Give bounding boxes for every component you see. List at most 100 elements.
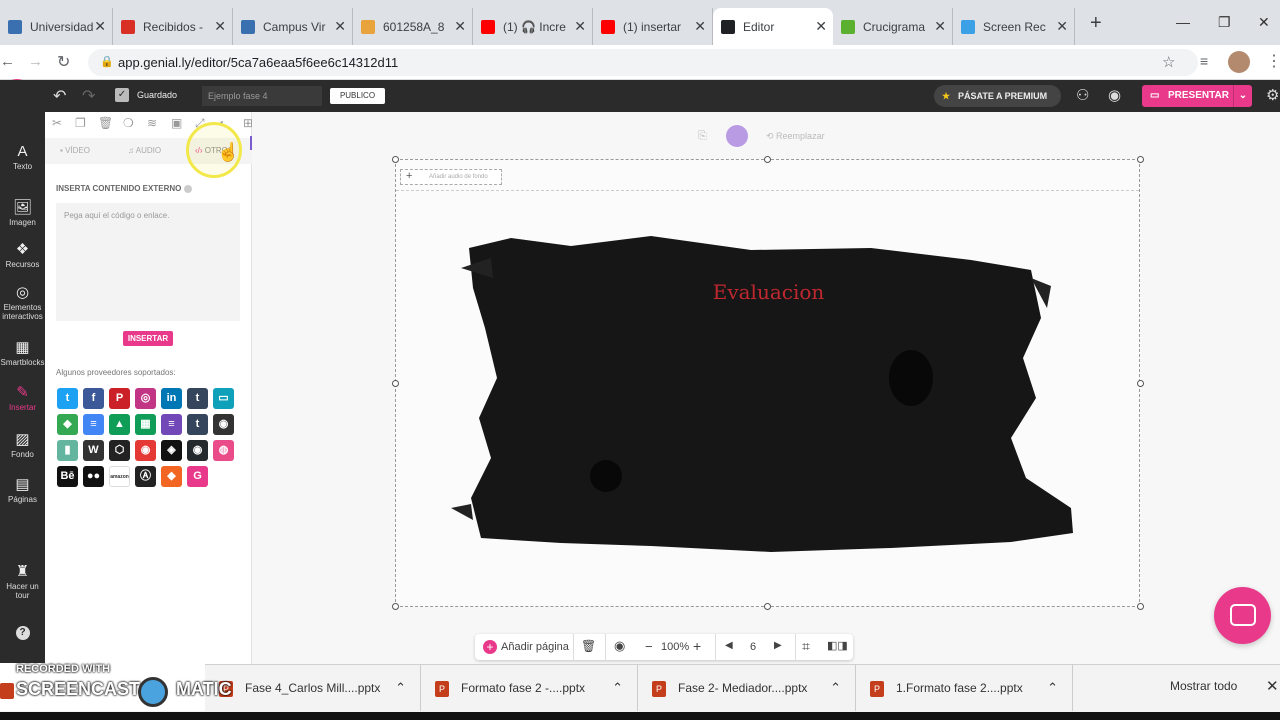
rail-item[interactable]: A Texto (0, 143, 45, 171)
dibujo-icon[interactable]: Ⓐ (135, 466, 156, 487)
delete-icon[interactable]: 🗑 (98, 116, 113, 130)
rail-item[interactable]: 🖼 Imagen (0, 198, 45, 227)
preview-eye-icon[interactable]: ◉ (1108, 86, 1121, 104)
chat-button[interactable] (1214, 587, 1271, 644)
resize-handle[interactable] (392, 380, 399, 387)
premium-button[interactable]: ★ PÁSATE A PREMIUM (934, 85, 1061, 107)
frame-icon[interactable]: ⌗ (802, 638, 810, 655)
close-tab-icon[interactable]: ✕ (934, 18, 946, 35)
add-page-button[interactable]: Añadir página (501, 641, 569, 653)
wikipedia-icon[interactable]: W (83, 440, 104, 461)
new-tab-button[interactable]: + (1090, 12, 1102, 35)
flipsnack-icon[interactable]: ◉ (135, 440, 156, 461)
menu-icon[interactable]: ⋮ (1266, 51, 1280, 71)
rail-item[interactable]: ◎ Elementos interactivos (0, 283, 45, 321)
rail-item[interactable]: ❖ Recursos (0, 240, 45, 269)
rail-item[interactable]: ✎ Insertar (0, 383, 45, 412)
present-button[interactable]: ▭ PRESENTAR ⌄ (1142, 85, 1252, 107)
undo-icon[interactable]: ↶ (53, 86, 66, 106)
close-tab-icon[interactable]: ✕ (694, 18, 706, 35)
codesandbox-icon[interactable]: ◈ (161, 440, 182, 461)
close-tab-icon[interactable]: ✕ (94, 18, 106, 35)
page-icon[interactable]: ⎘ (698, 130, 707, 143)
prev-page-icon[interactable]: ◀ (725, 640, 733, 651)
download-item[interactable]: P Fase 4_Carlos Mill....pptx ⌃ (205, 665, 421, 711)
resize-handle[interactable] (1137, 156, 1144, 163)
instagram-icon[interactable]: ◎ (135, 388, 156, 409)
star-icon[interactable]: ☆ (1162, 53, 1175, 71)
tab-video[interactable]: ▪ VÍDEO (60, 146, 90, 155)
rail-item[interactable]: ▦ Smartblocks (0, 338, 45, 367)
tumblr-icon[interactable]: t (187, 388, 208, 409)
twitter-icon[interactable]: t (57, 388, 78, 409)
cut-icon[interactable]: ✂ (52, 116, 62, 130)
close-tab-icon[interactable]: ✕ (574, 18, 586, 35)
zoom-in-icon[interactable]: + (693, 638, 701, 654)
browser-tab[interactable]: 601258A_8 ✕ (353, 8, 473, 45)
github-alt-icon[interactable]: ◉ (213, 414, 234, 435)
google-maps-icon[interactable]: ◆ (57, 414, 78, 435)
resize-handle[interactable] (392, 156, 399, 163)
close-tab-icon[interactable]: ✕ (815, 18, 827, 35)
project-name-field[interactable]: Ejemplo fase 4 (202, 86, 322, 106)
resize-handle[interactable] (392, 603, 399, 610)
next-page-icon[interactable]: ▶ (774, 640, 782, 651)
pinterest-icon[interactable]: P (109, 388, 130, 409)
trash-icon[interactable]: 🗑 (581, 639, 596, 653)
close-tab-icon[interactable]: ✕ (454, 18, 466, 35)
browser-tab[interactable]: Campus Vir ✕ (233, 8, 353, 45)
browser-tab[interactable]: Editor ✕ (713, 8, 833, 45)
google-forms-icon[interactable]: ≡ (161, 414, 182, 435)
rail-item[interactable]: ▤ Páginas (0, 475, 45, 504)
resize-handle[interactable] (764, 156, 771, 163)
resize-handle[interactable] (1137, 603, 1144, 610)
share-user-icon[interactable]: ⚇ (1076, 86, 1089, 104)
close-window-icon[interactable]: ✕ (1258, 14, 1270, 31)
back-icon[interactable]: ← (0, 53, 15, 70)
copy-icon[interactable]: ❐ (75, 116, 86, 130)
tumblr-dark-icon[interactable]: t (187, 414, 208, 435)
background-audio-button[interactable]: + Añadir audio de fondo (400, 169, 502, 185)
behance-icon[interactable]: Bē (57, 466, 78, 487)
chevron-up-icon[interactable]: ⌃ (830, 665, 841, 711)
info-icon[interactable] (183, 184, 192, 193)
sketchfab-icon[interactable]: ◆ (161, 466, 182, 487)
zoom-out-icon[interactable]: − (645, 639, 653, 654)
download-item[interactable]: P Fase 2- Mediador....pptx ⌃ (638, 665, 856, 711)
tab-audio[interactable]: ♫ AUDIO (128, 146, 161, 155)
embed-code-field[interactable]: Pega aquí el código o enlace. (56, 203, 240, 321)
resize-handle[interactable] (764, 603, 771, 610)
show-all-button[interactable]: Mostrar todo (1170, 679, 1237, 693)
linkedin-icon[interactable]: in (161, 388, 182, 409)
chevron-up-icon[interactable]: ⌃ (1047, 665, 1058, 711)
chevron-up-icon[interactable]: ⌃ (612, 665, 623, 711)
close-tab-icon[interactable]: ✕ (1056, 18, 1068, 35)
layout-toggle-icon[interactable]: ◧◨ (827, 639, 848, 652)
browser-tab[interactable]: Universidad ✕ (0, 8, 113, 45)
view-eye-icon[interactable]: ◉ (614, 638, 625, 654)
close-tab-icon[interactable]: ✕ (334, 18, 346, 35)
rail-item[interactable]: ? (0, 626, 45, 640)
codepen-icon[interactable]: ⬡ (109, 440, 130, 461)
browser-tab[interactable]: (1) insertar ✕ (593, 8, 713, 45)
flickr-icon[interactable]: ●● (83, 466, 104, 487)
rail-item[interactable]: ♜ Hacer un tour (0, 562, 45, 600)
github-icon[interactable]: ◉ (187, 440, 208, 461)
browser-tab[interactable]: Crucigrama ✕ (833, 8, 953, 45)
slideshare-icon[interactable]: ▭ (213, 388, 234, 409)
insert-button[interactable]: INSERTAR (123, 331, 173, 346)
restore-icon[interactable]: ❐ (1218, 14, 1231, 31)
download-item[interactable]: P 1.Formato fase 2....pptx ⌃ (856, 665, 1073, 711)
google-sheets-icon[interactable]: ▦ (135, 414, 156, 435)
reload-icon[interactable]: ↻ (57, 52, 70, 72)
rail-item[interactable]: ▨ Fondo (0, 430, 45, 459)
minimize-icon[interactable]: — (1176, 14, 1190, 30)
close-bar-icon[interactable]: ✕ (1266, 677, 1279, 695)
amazon-icon[interactable]: amazon (109, 466, 130, 487)
forward-icon[interactable]: → (28, 53, 43, 70)
browser-tab[interactable]: Recibidos - ✕ (113, 8, 233, 45)
slide-frame[interactable]: + Añadir audio de fondo Evaluacion (392, 156, 1144, 610)
google-docs-icon[interactable]: ≡ (83, 414, 104, 435)
chevron-up-icon[interactable]: ⌃ (395, 665, 406, 711)
chart-icon[interactable]: ▮ (57, 440, 78, 461)
